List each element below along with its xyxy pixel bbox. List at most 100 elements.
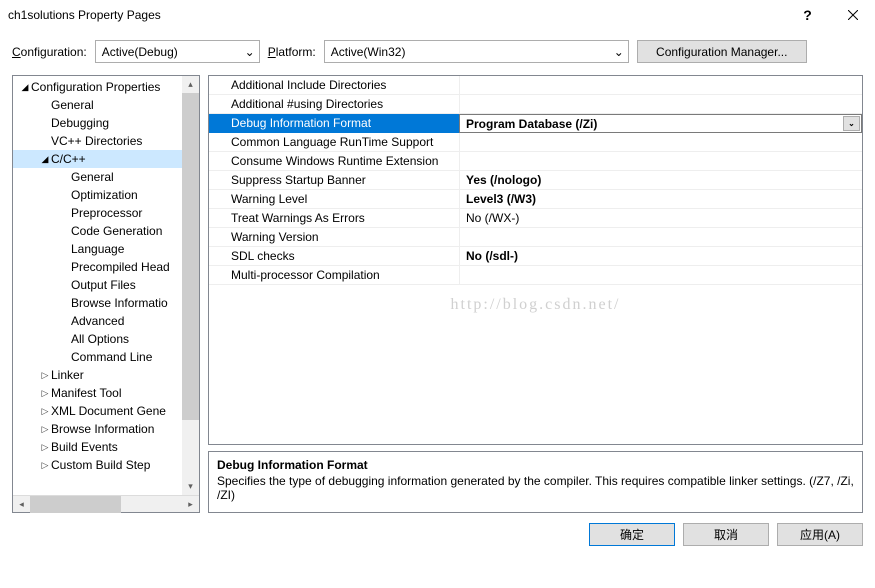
tree-item[interactable]: ▷Linker <box>13 366 199 384</box>
window-title: ch1solutions Property Pages <box>8 8 785 22</box>
expander-closed-icon[interactable]: ▷ <box>39 424 51 435</box>
tree-item[interactable]: ◢C/C++ <box>13 150 199 168</box>
property-name: Common Language RunTime Support <box>209 133 459 152</box>
scroll-thumb[interactable] <box>182 93 199 420</box>
scroll-left-icon[interactable]: ◂ <box>13 496 30 513</box>
grid-row[interactable]: Suppress Startup BannerYes (/nologo) <box>209 171 862 190</box>
dropdown-icon[interactable]: ⌄ <box>843 116 860 131</box>
tree-item[interactable]: Browse Informatio <box>13 294 199 312</box>
property-value[interactable]: No (/sdl-) <box>459 247 862 266</box>
tree-item[interactable]: ▷Custom Build Step <box>13 456 199 474</box>
tree-item-label: Preprocessor <box>71 206 142 220</box>
tree-item[interactable]: Optimization <box>13 186 199 204</box>
configuration-manager-button[interactable]: Configuration Manager... <box>637 40 807 63</box>
help-button[interactable]: ? <box>785 0 830 30</box>
tree-item-label: Debugging <box>51 116 109 130</box>
grid-row[interactable]: Consume Windows Runtime Extension <box>209 152 862 171</box>
watermark: http://blog.csdn.net/ <box>209 296 862 314</box>
grid-row[interactable]: Warning Version <box>209 228 862 247</box>
tree-item[interactable]: Language <box>13 240 199 258</box>
tree-item[interactable]: Advanced <box>13 312 199 330</box>
grid-row[interactable]: Additional Include Directories <box>209 76 862 95</box>
expander-closed-icon[interactable]: ▷ <box>39 370 51 381</box>
property-value[interactable] <box>459 266 862 285</box>
tree-item[interactable]: ◢Configuration Properties <box>13 78 199 96</box>
tree-horizontal-scrollbar[interactable]: ◂ ▸ <box>13 495 199 512</box>
property-name: Warning Version <box>209 228 459 247</box>
tree-item[interactable]: Output Files <box>13 276 199 294</box>
property-value[interactable] <box>459 152 862 171</box>
property-name: Suppress Startup Banner <box>209 171 459 190</box>
tree-item[interactable]: VC++ Directories <box>13 132 199 150</box>
tree-item-label: Output Files <box>71 278 136 292</box>
grid-row[interactable]: Treat Warnings As ErrorsNo (/WX-) <box>209 209 862 228</box>
expander-closed-icon[interactable]: ▷ <box>39 442 51 453</box>
property-value[interactable]: Program Database (/Zi)⌄ <box>459 114 862 133</box>
close-button[interactable] <box>830 0 875 30</box>
grid-row[interactable]: Multi-processor Compilation <box>209 266 862 285</box>
grid-row[interactable]: Warning LevelLevel3 (/W3) <box>209 190 862 209</box>
tree-item-label: Custom Build Step <box>51 458 150 472</box>
tree-item[interactable]: General <box>13 168 199 186</box>
property-value[interactable] <box>459 76 862 95</box>
tree-item[interactable]: ▷Build Events <box>13 438 199 456</box>
tree-item[interactable]: All Options <box>13 330 199 348</box>
scroll-down-icon[interactable]: ▾ <box>182 478 199 495</box>
grid-row[interactable]: Debug Information FormatProgram Database… <box>209 114 862 133</box>
platform-combo[interactable]: Active(Win32) ⌄ <box>324 40 629 63</box>
tree-item-label: VC++ Directories <box>51 134 142 148</box>
tree-item[interactable]: Debugging <box>13 114 199 132</box>
property-value[interactable]: Yes (/nologo) <box>459 171 862 190</box>
expander-closed-icon[interactable]: ▷ <box>39 460 51 471</box>
property-name: Warning Level <box>209 190 459 209</box>
property-value[interactable] <box>459 95 862 114</box>
tree-item-label: General <box>51 98 94 112</box>
tree-item[interactable]: ▷Manifest Tool <box>13 384 199 402</box>
configuration-value: Active(Debug) <box>102 45 178 59</box>
scroll-up-icon[interactable]: ▴ <box>182 76 199 93</box>
tree-panel: ◢Configuration PropertiesGeneralDebuggin… <box>12 75 200 513</box>
tree-item[interactable]: Code Generation <box>13 222 199 240</box>
property-value[interactable]: No (/WX-) <box>459 209 862 228</box>
scroll-right-icon[interactable]: ▸ <box>182 496 199 513</box>
tree-item[interactable]: Command Line <box>13 348 199 366</box>
tree-item-label: Advanced <box>71 314 124 328</box>
apply-button[interactable]: 应用(A) <box>777 523 863 546</box>
tree-item[interactable]: ▷XML Document Gene <box>13 402 199 420</box>
tree-item-label: Configuration Properties <box>31 80 160 94</box>
scroll-thumb[interactable] <box>30 496 121 513</box>
expander-open-icon[interactable]: ◢ <box>39 154 51 165</box>
expander-closed-icon[interactable]: ▷ <box>39 406 51 417</box>
tree-item-label: Precompiled Head <box>71 260 170 274</box>
main-area: ◢Configuration PropertiesGeneralDebuggin… <box>0 71 875 513</box>
tree-item-label: Manifest Tool <box>51 386 121 400</box>
configuration-label: Configuration: <box>12 45 87 59</box>
expander-open-icon[interactable]: ◢ <box>19 82 31 93</box>
grid-row[interactable]: Common Language RunTime Support <box>209 133 862 152</box>
ok-button[interactable]: 确定 <box>589 523 675 546</box>
property-name: Multi-processor Compilation <box>209 266 459 285</box>
tree-item[interactable]: Precompiled Head <box>13 258 199 276</box>
grid-row[interactable]: SDL checksNo (/sdl-) <box>209 247 862 266</box>
right-panel: Additional Include DirectoriesAdditional… <box>208 75 863 513</box>
grid-row[interactable]: Additional #using Directories <box>209 95 862 114</box>
expander-closed-icon[interactable]: ▷ <box>39 388 51 399</box>
property-grid[interactable]: Additional Include DirectoriesAdditional… <box>208 75 863 445</box>
property-value[interactable] <box>459 133 862 152</box>
property-value[interactable] <box>459 228 862 247</box>
property-name: Additional #using Directories <box>209 95 459 114</box>
configuration-combo[interactable]: Active(Debug) ⌄ <box>95 40 260 63</box>
description-text: Specifies the type of debugging informat… <box>217 474 854 502</box>
tree[interactable]: ◢Configuration PropertiesGeneralDebuggin… <box>13 76 199 495</box>
cancel-button[interactable]: 取消 <box>683 523 769 546</box>
tree-vertical-scrollbar[interactable]: ▴ ▾ <box>182 76 199 495</box>
tree-item-label: XML Document Gene <box>51 404 166 418</box>
tree-item[interactable]: ▷Browse Information <box>13 420 199 438</box>
property-name: SDL checks <box>209 247 459 266</box>
close-icon <box>848 10 858 20</box>
tree-item[interactable]: Preprocessor <box>13 204 199 222</box>
tree-item[interactable]: General <box>13 96 199 114</box>
property-value[interactable]: Level3 (/W3) <box>459 190 862 209</box>
property-name: Consume Windows Runtime Extension <box>209 152 459 171</box>
titlebar: ch1solutions Property Pages ? <box>0 0 875 30</box>
